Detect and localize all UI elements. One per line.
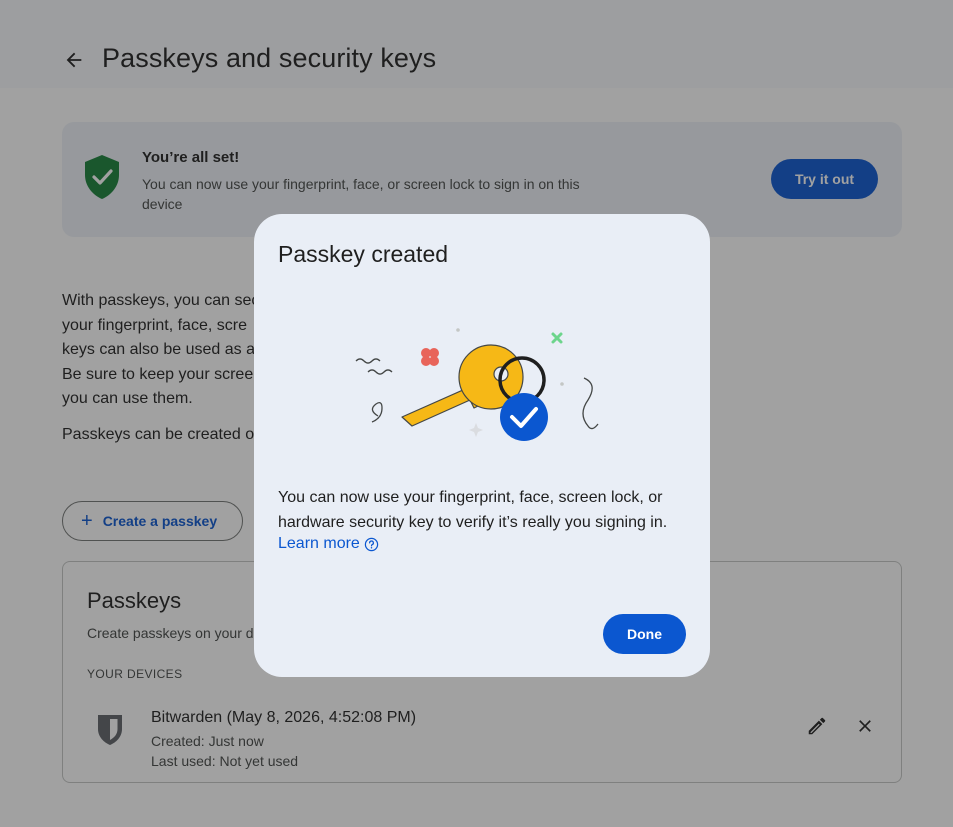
passkey-created-dialog: Passkey created You can now use your fin…	[254, 214, 710, 677]
learn-more-label: Learn more	[278, 535, 360, 552]
passkey-illustration	[355, 328, 599, 441]
done-button[interactable]: Done	[603, 614, 686, 654]
dialog-text: You can now use your fingerprint, face, …	[278, 489, 668, 531]
help-circle-icon	[364, 537, 379, 551]
dialog-title: Passkey created	[278, 241, 449, 267]
learn-more-link[interactable]: Learn more	[278, 535, 379, 553]
